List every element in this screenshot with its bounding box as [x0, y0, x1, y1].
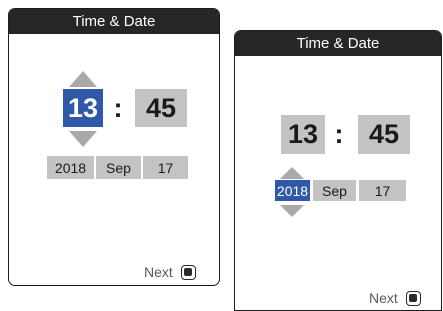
- screen-title: Time & Date: [72, 13, 156, 30]
- year-field[interactable]: 2018: [47, 156, 94, 179]
- square-button-icon: [180, 264, 196, 280]
- time-date-screen-hour-selected: Time & Date 13 : 45 2018 Sep 17 Next: [8, 8, 220, 286]
- month-field[interactable]: Sep: [313, 180, 356, 201]
- square-button-icon: [405, 290, 421, 306]
- time-date-screen-year-selected: Time & Date 13 : 45 2018 Sep 17 Next: [234, 30, 442, 311]
- screen-title: Time & Date: [296, 35, 380, 52]
- day-field[interactable]: 17: [359, 180, 406, 201]
- minute-field[interactable]: 45: [358, 115, 410, 154]
- time-separator: :: [334, 119, 344, 149]
- time-separator: :: [113, 92, 123, 123]
- title-bar: Time & Date: [235, 31, 441, 56]
- next-button[interactable]: Next: [144, 264, 196, 280]
- hour-up-arrow-icon[interactable]: [69, 71, 97, 87]
- year-down-arrow-icon[interactable]: [280, 205, 304, 217]
- minute-field[interactable]: 45: [135, 89, 187, 127]
- next-label: Next: [369, 290, 398, 306]
- year-field[interactable]: 2018: [275, 180, 310, 201]
- next-label: Next: [144, 264, 173, 280]
- next-button[interactable]: Next: [369, 290, 421, 306]
- hour-down-arrow-icon[interactable]: [69, 131, 97, 147]
- hour-field[interactable]: 13: [63, 89, 103, 127]
- month-field[interactable]: Sep: [96, 156, 141, 179]
- hour-field[interactable]: 13: [281, 115, 325, 154]
- title-bar: Time & Date: [9, 9, 219, 34]
- day-field[interactable]: 17: [143, 156, 188, 179]
- year-up-arrow-icon[interactable]: [280, 167, 304, 179]
